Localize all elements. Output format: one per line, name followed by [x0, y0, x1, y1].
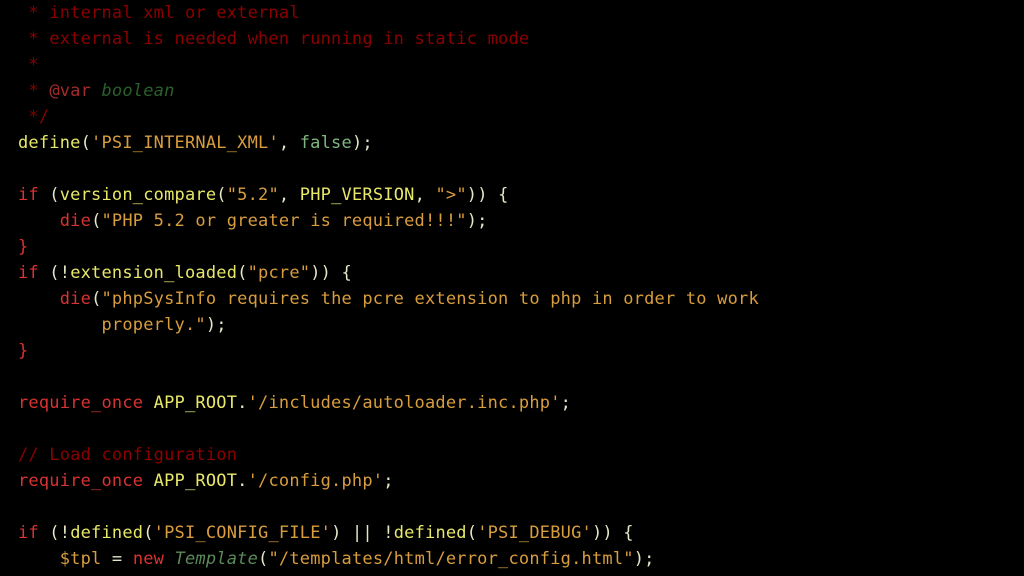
punct: );: [634, 549, 655, 569]
punct: (: [143, 523, 153, 543]
code-editor[interactable]: * internal xml or external * external is…: [0, 0, 1024, 576]
doc-comment-line: *: [18, 81, 49, 101]
keyword-die: die: [60, 289, 91, 309]
punct: );: [206, 315, 227, 335]
punct: (: [216, 185, 226, 205]
boolean-literal: false: [300, 133, 352, 153]
space: [143, 471, 153, 491]
constant: PHP_VERSION: [300, 185, 415, 205]
brace-close: }: [18, 237, 28, 257]
punct: ;: [383, 471, 393, 491]
doc-comment-line: * internal xml or external: [18, 3, 300, 23]
punct: .: [237, 471, 247, 491]
function-call: defined: [70, 523, 143, 543]
punct: );: [352, 133, 373, 153]
doc-comment-line: * external is needed when running in sta…: [18, 29, 529, 49]
keyword-if: if: [18, 263, 39, 283]
space: [143, 393, 153, 413]
string-literal: "phpSysInfo requires the pcre extension …: [102, 289, 759, 309]
brace-close: }: [18, 341, 28, 361]
operator-assign: =: [102, 549, 133, 569]
indent: [18, 549, 60, 569]
string-literal: '/includes/autoloader.inc.php': [248, 393, 561, 413]
string-literal: 'PSI_CONFIG_FILE': [154, 523, 331, 543]
punct: (: [91, 289, 101, 309]
keyword-require: require_once: [18, 471, 143, 491]
function-call: extension_loaded: [70, 263, 237, 283]
doc-tag: @var: [49, 81, 91, 101]
punct: )) {: [592, 523, 634, 543]
operator-or: ||: [352, 523, 373, 543]
string-literal: 'PSI_INTERNAL_XML': [91, 133, 279, 153]
string-literal: "/templates/html/error_config.html": [268, 549, 633, 569]
punct: (: [81, 133, 91, 153]
keyword-if: if: [18, 523, 39, 543]
punct: (: [467, 523, 477, 543]
function-call: defined: [394, 523, 467, 543]
punct: ,: [279, 185, 300, 205]
operator-not: !: [383, 523, 393, 543]
punct: )) {: [467, 185, 509, 205]
constant: APP_ROOT: [154, 393, 237, 413]
string-literal: ">": [435, 185, 466, 205]
punct: .: [237, 393, 247, 413]
string-literal: "pcre": [248, 263, 311, 283]
function-call: version_compare: [60, 185, 217, 205]
line-comment: // Load configuration: [18, 445, 237, 465]
doc-type: boolean: [91, 81, 174, 101]
string-literal: "PHP 5.2 or greater is required!!!": [102, 211, 467, 231]
keyword-if: if: [18, 185, 39, 205]
doc-comment-line: *: [18, 55, 39, 75]
punct: ,: [279, 133, 300, 153]
class-name: Template: [175, 549, 258, 569]
punct: )) {: [310, 263, 352, 283]
operator-not: !: [60, 263, 70, 283]
space: [164, 549, 174, 569]
punct: );: [467, 211, 488, 231]
string-literal: properly.": [18, 315, 206, 335]
keyword-die: die: [60, 211, 91, 231]
function-call: define: [18, 133, 81, 153]
punct: ;: [561, 393, 571, 413]
indent: [18, 211, 60, 231]
punct: ,: [415, 185, 436, 205]
keyword-require: require_once: [18, 393, 143, 413]
string-literal: 'PSI_DEBUG': [477, 523, 592, 543]
operator-not: !: [60, 523, 70, 543]
keyword-new: new: [133, 549, 164, 569]
string-literal: '/config.php': [248, 471, 384, 491]
punct: ): [331, 523, 352, 543]
punct: (: [39, 185, 60, 205]
punct: (: [258, 549, 268, 569]
variable: $tpl: [60, 549, 102, 569]
punct: (: [39, 523, 60, 543]
doc-comment-end: */: [18, 107, 49, 127]
punct: (: [39, 263, 60, 283]
punct: (: [91, 211, 101, 231]
constant: APP_ROOT: [154, 471, 237, 491]
punct: (: [237, 263, 247, 283]
punct: [373, 523, 383, 543]
indent: [18, 289, 60, 309]
string-literal: "5.2": [227, 185, 279, 205]
